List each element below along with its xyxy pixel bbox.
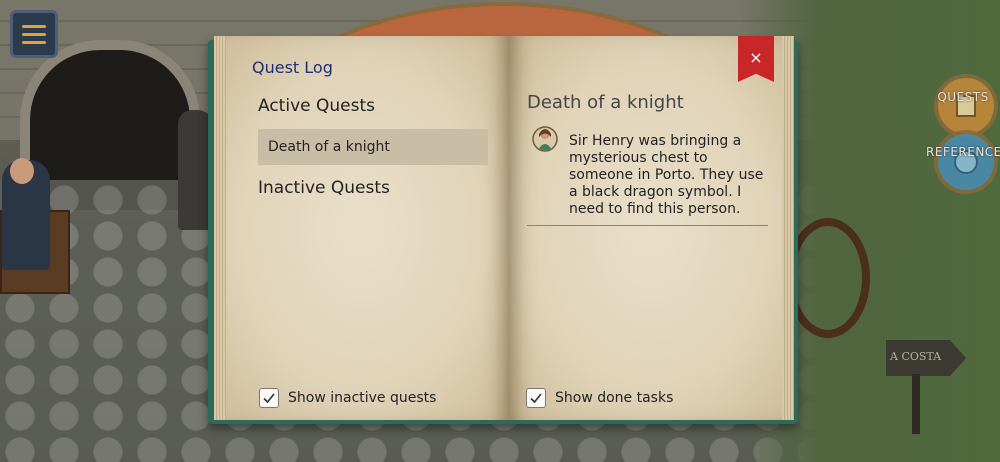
quests-label: QUESTS — [937, 90, 989, 104]
close-icon: × — [749, 48, 763, 67]
show-done-checkbox[interactable] — [526, 388, 546, 408]
show-inactive-label: Show inactive quests — [288, 390, 437, 406]
signpost-pole — [912, 374, 920, 434]
quests-button[interactable] — [934, 74, 998, 138]
show-done-label: Show done tasks — [555, 390, 674, 406]
show-done-tasks-toggle[interactable]: Show done tasks — [526, 388, 673, 408]
inactive-quests-heading: Inactive Quests — [258, 178, 390, 198]
reference-label: REFERENCE — [926, 145, 1000, 159]
npc-head — [10, 158, 34, 184]
active-quests-heading: Active Quests — [258, 96, 375, 116]
hamburger-icon — [22, 24, 46, 28]
quest-list-item[interactable]: Death of a knight — [258, 129, 488, 165]
show-inactive-quests-toggle[interactable]: Show inactive quests — [259, 388, 436, 408]
task-description: Sir Henry was bringing a mysterious ches… — [569, 133, 764, 217]
task-divider — [527, 225, 768, 226]
character-portrait-icon — [532, 126, 558, 152]
quest-detail-title: Death of a knight — [527, 92, 684, 113]
show-inactive-checkbox[interactable] — [259, 388, 279, 408]
signpost-text: A COSTA — [890, 350, 942, 363]
cart-wheel — [786, 218, 870, 338]
quest-log-title: Quest Log — [252, 58, 333, 77]
left-page — [214, 36, 510, 420]
guard-character — [178, 110, 212, 230]
check-icon — [530, 393, 542, 404]
check-icon — [263, 393, 275, 404]
main-menu-button[interactable] — [10, 10, 58, 58]
quest-log-book: Quest Log Active Quests Death of a knigh… — [208, 36, 798, 424]
reference-button[interactable] — [934, 130, 998, 194]
